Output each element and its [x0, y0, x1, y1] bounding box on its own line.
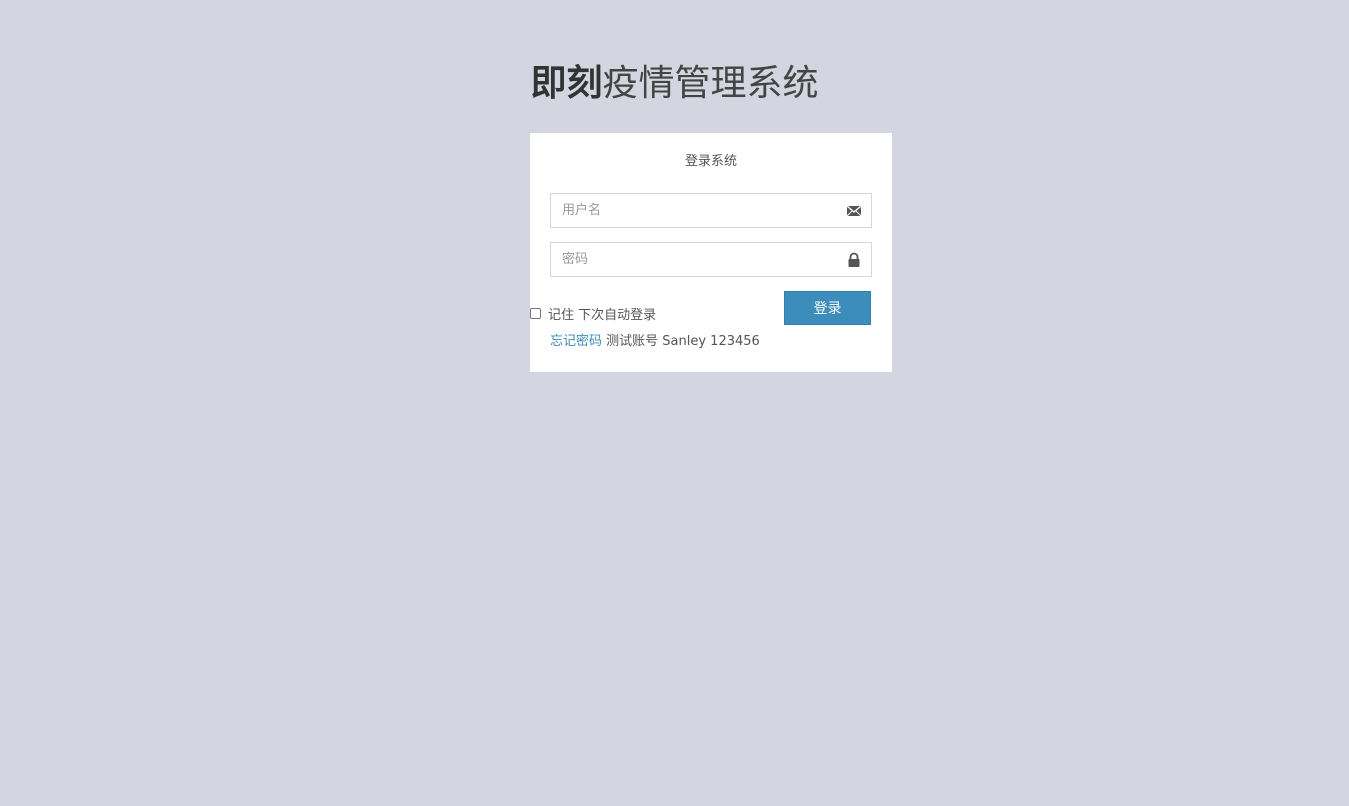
password-field-wrapper	[550, 242, 872, 277]
remember-checkbox[interactable]	[530, 307, 541, 319]
login-footer: 忘记密码 测试账号 Sanley 123456	[550, 333, 760, 351]
remember-label: 记住 下次自动登录	[548, 307, 657, 323]
page-title-bold: 即刻	[530, 63, 603, 104]
page-title: 即刻疫情管理系统	[0, 60, 1349, 108]
password-input[interactable]	[551, 243, 842, 276]
remember-me[interactable]: 记住 下次自动登录	[530, 304, 657, 323]
page-title-rest: 疫情管理系统	[602, 63, 819, 104]
username-field-wrapper	[550, 193, 872, 228]
test-account-text: 测试账号 Sanley 123456	[606, 334, 760, 349]
login-heading: 登录系统	[684, 154, 737, 169]
username-input[interactable]	[551, 194, 842, 227]
login-box: 登录系统 记住 下次自动登录 登录 忘记密码 测试账号 Sanley 12345…	[530, 133, 892, 372]
lock-icon	[848, 252, 860, 267]
forgot-password-link[interactable]: 忘记密码	[550, 334, 602, 349]
envelope-icon	[846, 205, 862, 217]
login-button[interactable]: 登录	[784, 291, 871, 325]
